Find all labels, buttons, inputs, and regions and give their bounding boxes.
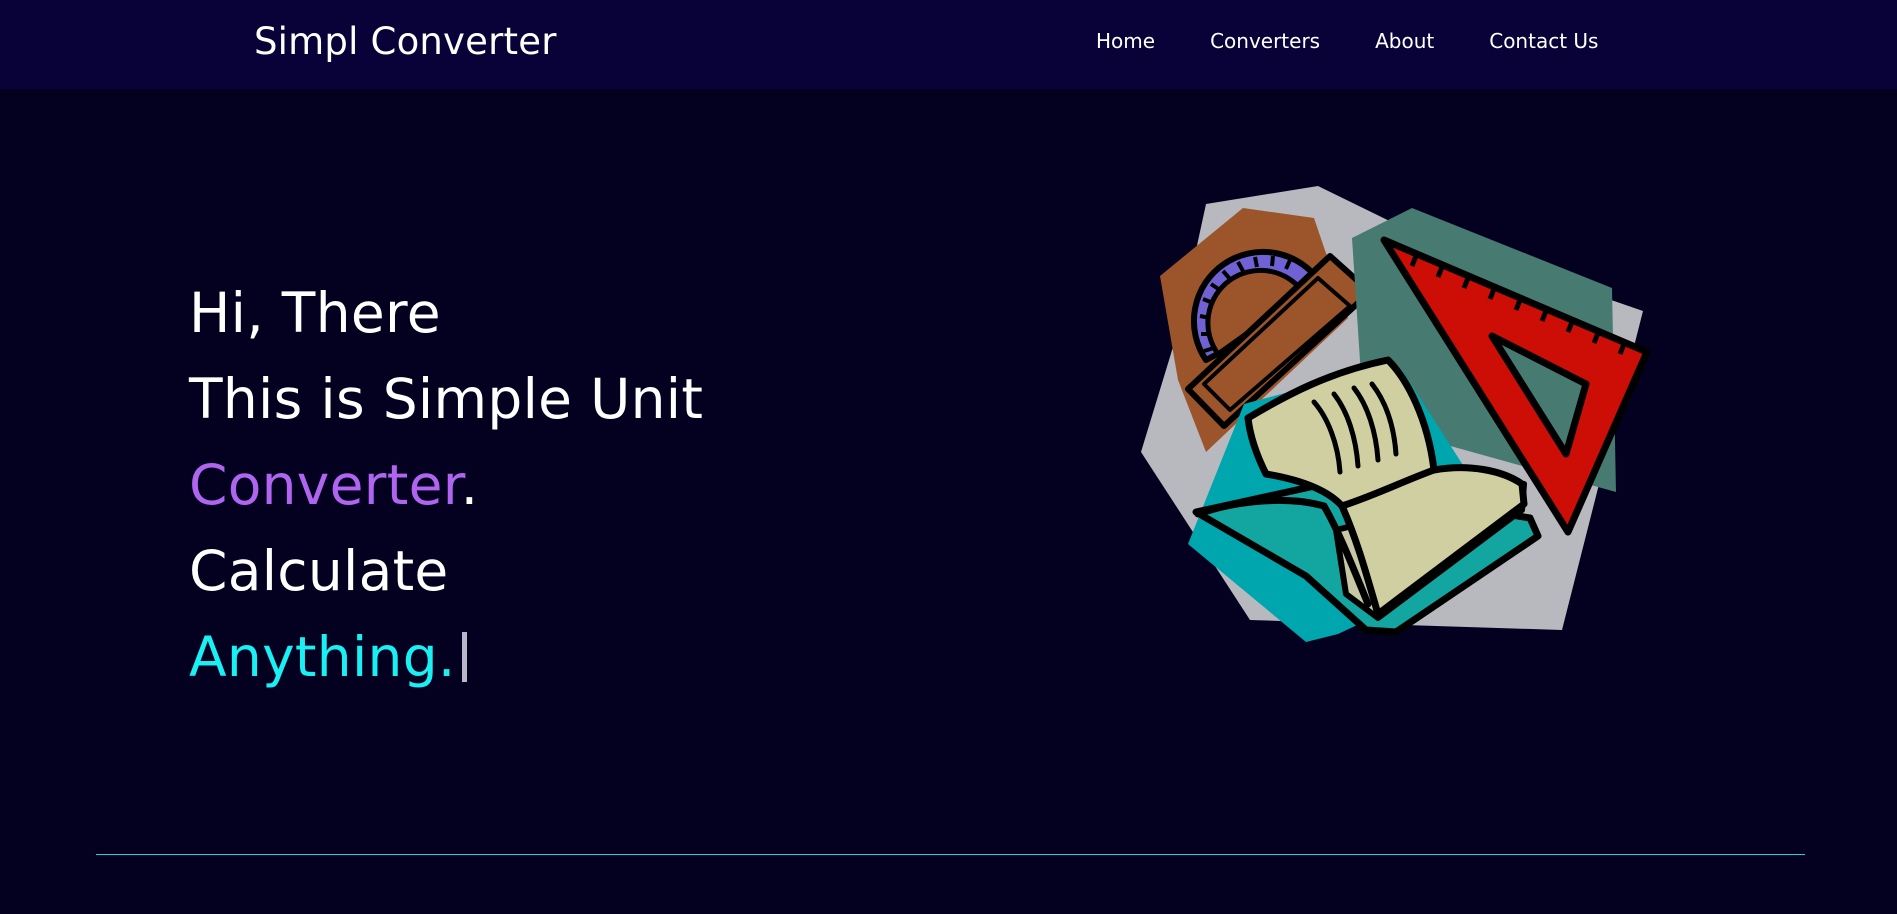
nav-link-converters[interactable]: Converters (1210, 27, 1320, 55)
page: Simpl Converter Home Converters About Co… (0, 0, 1897, 914)
brand-logo[interactable]: Simpl Converter (254, 18, 557, 66)
nav-link-home[interactable]: Home (1096, 27, 1155, 55)
navbar: Simpl Converter Home Converters About Co… (0, 0, 1897, 89)
hero-highlight-converter: Converter (189, 453, 461, 517)
hero-line-calculate: Calculate (189, 539, 449, 603)
hero-line-converter: Converter. (189, 442, 703, 528)
hero-line-intro: This is Simple Unit (189, 367, 704, 431)
typing-caret (461, 632, 467, 682)
hero-typed-text: Anything. (189, 625, 456, 689)
nav-link-contact-us[interactable]: Contact Us (1489, 27, 1598, 55)
nav-menu: Home Converters About Contact Us (1096, 27, 1598, 55)
section-divider (96, 854, 1805, 855)
nav-link-about[interactable]: About (1375, 27, 1434, 55)
hero-period: . (460, 453, 479, 517)
hero-line-greeting: Hi, There (189, 281, 441, 345)
hero-heading: Hi, There This is Simple Unit Converter.… (189, 270, 703, 700)
hero-line-anything: Anything. (189, 614, 703, 700)
hero-illustration (1138, 184, 1651, 646)
